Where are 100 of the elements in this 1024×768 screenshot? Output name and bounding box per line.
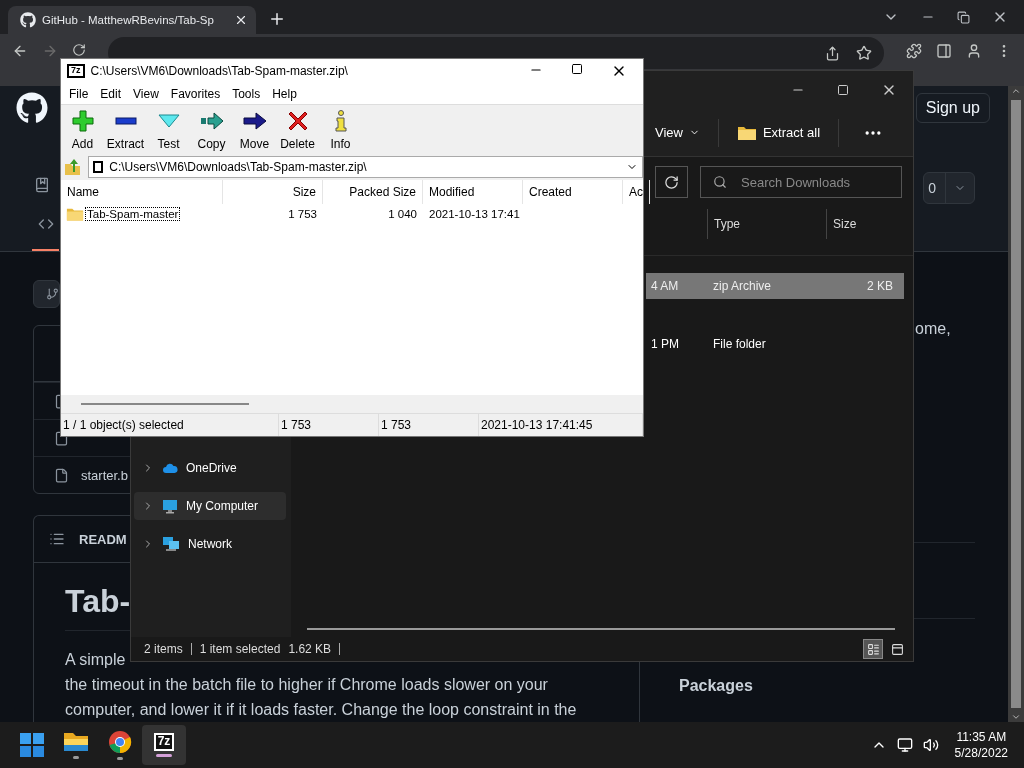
maximize-icon[interactable] xyxy=(571,63,583,75)
status-text: 1 753 xyxy=(279,414,379,436)
branch-button[interactable] xyxy=(33,280,60,308)
nav-item[interactable]: Network xyxy=(134,530,286,558)
scroll-down-icon[interactable] xyxy=(1011,712,1021,722)
file-row[interactable]: 1 PM File folder xyxy=(646,331,904,357)
toolbar-button[interactable]: Move xyxy=(233,105,276,154)
refresh-button[interactable] xyxy=(655,166,688,198)
browser-tab[interactable]: GitHub - MatthewRBevins/Tab-Sp xyxy=(8,6,256,34)
window-title: C:\Users\VM6\Downloads\Tab-Spam-master.zip\ xyxy=(90,64,348,78)
toolbar-button[interactable]: Add xyxy=(61,105,104,154)
path-field[interactable]: C:\Users\VM6\Downloads\Tab-Spam-master.zip\ xyxy=(88,156,643,178)
readme-text: A simple xyxy=(65,650,126,670)
details-icon xyxy=(866,642,880,656)
scrollbar[interactable] xyxy=(1008,86,1024,722)
extract-all-button[interactable]: Extract all xyxy=(728,118,829,147)
new-tab-icon[interactable] xyxy=(268,10,286,28)
toolbar-button[interactable]: Delete xyxy=(276,105,319,154)
back-icon[interactable] xyxy=(12,43,28,59)
scroll-up-icon[interactable] xyxy=(1011,86,1021,96)
restore-icon[interactable] xyxy=(957,10,970,24)
toolbar-button[interactable]: Copy xyxy=(190,105,233,154)
volume-icon[interactable] xyxy=(922,737,939,753)
status-text: 2 items xyxy=(144,642,183,656)
clock[interactable]: 11:35 AM 5/28/2022 xyxy=(948,729,1014,761)
info-icon xyxy=(334,109,347,132)
github-logo-icon[interactable] xyxy=(16,91,48,124)
cloud-icon xyxy=(162,462,178,474)
search-field[interactable]: Search Downloads xyxy=(700,166,902,198)
toolbar-button[interactable]: Test xyxy=(147,105,190,154)
packages-heading: Packages xyxy=(678,677,754,695)
clock-date: 5/28/2022 xyxy=(954,745,1008,761)
up-folder-icon[interactable] xyxy=(64,158,82,176)
cross-icon xyxy=(287,110,308,131)
reload-icon[interactable] xyxy=(72,43,86,57)
readme-text: the timeout in the batch file to higher if Chrome loads slower on your xyxy=(65,675,548,695)
nav-item[interactable]: OneDrive xyxy=(134,454,286,482)
tiles-icon xyxy=(890,642,904,656)
star-icon[interactable] xyxy=(856,45,872,61)
readme-title: READM xyxy=(79,531,127,547)
status-text: 1.62 KB xyxy=(288,642,332,656)
column-header[interactable]: Type xyxy=(714,217,740,231)
status-text: 1 item selected xyxy=(199,642,281,656)
menu-item[interactable]: Edit xyxy=(94,86,128,101)
column-header[interactable]: Modified xyxy=(423,180,523,204)
sign-up-button[interactable]: Sign up xyxy=(915,92,990,123)
status-text: 2021-10-13 17:41:45 xyxy=(479,414,643,436)
browser-logo-icon xyxy=(108,730,132,754)
details-view-button[interactable] xyxy=(863,639,883,659)
column-header[interactable]: Size xyxy=(833,217,857,231)
readme-text: computer, and lower it if it loads faster. Change the loop constraint in the xyxy=(65,700,577,720)
clock-time: 11:35 AM xyxy=(956,729,1007,745)
taskbar-button[interactable]: 7z xyxy=(142,725,186,765)
minus-icon xyxy=(114,115,137,126)
branch-icon xyxy=(46,287,59,301)
share-icon[interactable] xyxy=(825,45,840,61)
table-cell-text: File folder xyxy=(712,337,767,351)
archive-icon xyxy=(93,160,104,174)
folder-icon xyxy=(66,206,84,222)
side-panel-icon[interactable] xyxy=(936,43,952,59)
menu-item[interactable]: Tools xyxy=(226,86,267,101)
search-input[interactable]: Search Downloads xyxy=(739,173,883,191)
about-text: ome, xyxy=(914,319,952,339)
column-header[interactable]: Created xyxy=(523,180,623,204)
column-header[interactable]: Name xyxy=(61,180,223,204)
menu-item[interactable]: Help xyxy=(266,86,303,101)
network-icon[interactable] xyxy=(896,737,913,753)
column-header[interactable]: Packed Size xyxy=(323,180,423,204)
menu-item[interactable]: View xyxy=(127,86,165,101)
plus-icon xyxy=(71,109,94,132)
star-count-button[interactable]: 0 xyxy=(923,172,975,205)
code-icon xyxy=(38,216,54,232)
profile-icon[interactable] xyxy=(966,43,982,59)
status-text: 1 / 1 object(s) selected xyxy=(61,414,279,436)
view-button[interactable]: View xyxy=(647,119,708,146)
file-name[interactable]: Tab-Spam-master xyxy=(86,208,180,220)
table-cell-text: 2 KB xyxy=(866,279,894,293)
toolbar-button[interactable]: Info xyxy=(319,105,362,154)
extensions-icon[interactable] xyxy=(906,43,922,59)
close-icon[interactable] xyxy=(234,13,248,27)
toolbar-button[interactable]: Extract xyxy=(104,105,147,154)
file-name[interactable]: starter.b xyxy=(81,467,128,483)
column-header[interactable]: Size xyxy=(223,180,323,204)
repo-icon xyxy=(34,177,50,194)
file-row[interactable]: 4 AM zip Archive 2 KB xyxy=(646,273,904,299)
table-cell-text: zip Archive xyxy=(712,279,773,293)
folder-icon xyxy=(736,124,757,141)
table-cell-text: 2021-10-13 17:41 xyxy=(428,208,521,220)
menu-item[interactable]: Favorites xyxy=(164,86,227,101)
windows-logo-icon xyxy=(20,733,44,757)
scrollbar-thumb[interactable] xyxy=(81,403,249,405)
nav-item[interactable]: My Computer xyxy=(134,492,286,520)
search-icon xyxy=(713,175,727,189)
list-icon[interactable] xyxy=(49,531,65,547)
table-cell-text: 1 PM xyxy=(650,337,680,351)
network-icon xyxy=(162,536,180,552)
app-logo: 7z xyxy=(67,64,85,78)
menu-item[interactable]: File xyxy=(63,86,95,101)
table-cell-text: 1 040 xyxy=(387,208,418,220)
column-header[interactable]: Ac xyxy=(623,180,650,204)
